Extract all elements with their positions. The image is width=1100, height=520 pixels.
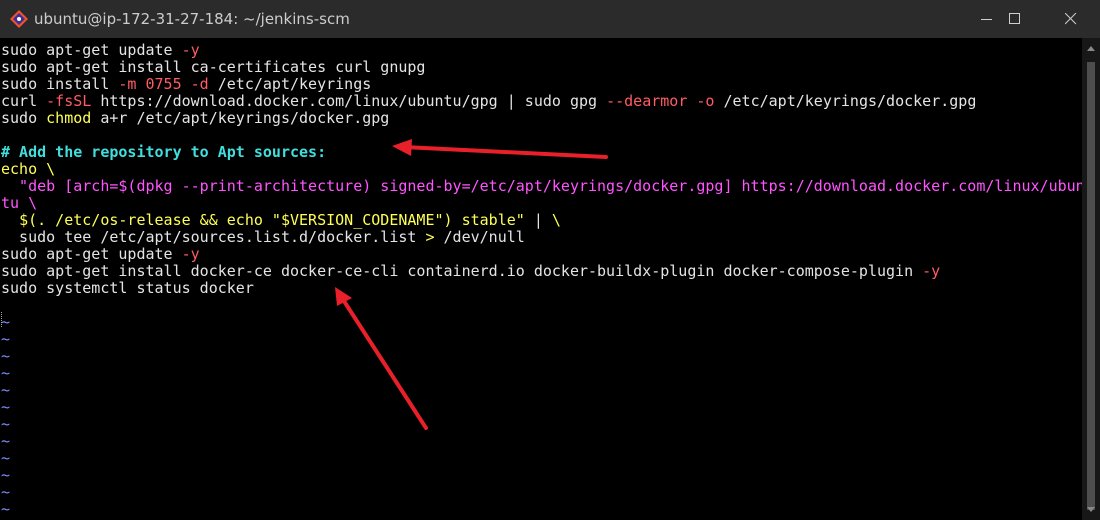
terminal-token: "deb [arch=$(dpkg --print-architecture) … bbox=[1, 177, 1082, 195]
terminal-token: -d bbox=[190, 75, 209, 93]
empty-line-tilde: ~ bbox=[1, 501, 10, 518]
text-cursor bbox=[1, 312, 3, 327]
terminal-token: ~ bbox=[1, 381, 11, 399]
terminal-token: ~ bbox=[1, 364, 11, 382]
terminal-line: sudo tee /etc/apt/sources.list.d/docker.… bbox=[1, 229, 525, 246]
terminal-token: "$VERSION_CODENAME") stable" bbox=[262, 211, 525, 229]
terminal-line: echo \ bbox=[1, 161, 55, 178]
terminal-token: ~ bbox=[1, 432, 11, 450]
window-title: ubuntu@ip-172-31-27-184: ~/jenkins-scm bbox=[34, 10, 350, 28]
terminal-token: sudo systemctl status docker bbox=[1, 279, 254, 297]
terminal-token: -y bbox=[922, 262, 941, 280]
empty-line-tilde: ~ bbox=[1, 365, 10, 382]
terminal-token: tu \ bbox=[1, 194, 38, 212]
empty-line-tilde: ~ bbox=[1, 399, 10, 416]
terminal-line: sudo chmod a+r /etc/apt/keyrings/docker.… bbox=[1, 110, 389, 127]
empty-line-tilde: ~ bbox=[1, 484, 10, 501]
terminal-token: ~ bbox=[1, 449, 11, 467]
terminal-token: \ bbox=[551, 211, 561, 229]
terminal-token: chmod bbox=[46, 109, 92, 127]
terminal-line: sudo install -m 0755 -d /etc/apt/keyring… bbox=[1, 76, 371, 93]
empty-line-tilde: ~ bbox=[1, 348, 10, 365]
terminal-line: sudo apt-get install docker-ce docker-ce… bbox=[1, 263, 940, 280]
terminal-token: $(. /etc/os-release && bbox=[19, 211, 227, 229]
terminal-line: curl -fsSL https://download.docker.com/l… bbox=[1, 93, 976, 110]
terminal-token: sudo apt-get update bbox=[1, 245, 182, 263]
empty-line-tilde: ~ bbox=[1, 416, 10, 433]
terminal-token: sudo bbox=[1, 109, 47, 127]
terminal-token: sudo tee /etc/apt/sources.list.d/docker.… bbox=[1, 228, 426, 246]
terminal-line: tu \ bbox=[1, 195, 37, 212]
terminal-token: -y bbox=[181, 245, 200, 263]
terminal-token: -y bbox=[181, 41, 200, 59]
scroll-down-icon[interactable] bbox=[1082, 502, 1100, 516]
terminal-line: sudo apt-get update -y bbox=[1, 42, 200, 59]
close-button[interactable] bbox=[1048, 0, 1094, 38]
terminal-token: echo bbox=[226, 211, 263, 229]
terminal-token: sudo apt-get update bbox=[1, 41, 182, 59]
terminal-token: ~ bbox=[1, 398, 11, 416]
empty-line-tilde: ~ bbox=[1, 467, 10, 484]
terminal-token: /dev/null bbox=[434, 228, 525, 246]
empty-line-tilde: ~ bbox=[1, 331, 10, 348]
empty-line-tilde: ~ bbox=[1, 433, 10, 450]
git-bash-icon bbox=[10, 10, 28, 28]
terminal-line: "deb [arch=$(dpkg --print-architecture) … bbox=[1, 178, 1082, 195]
terminal-line: # Add the repository to Apt sources: bbox=[1, 144, 326, 161]
terminal-token: echo \ bbox=[1, 160, 56, 178]
terminal-token: --dearmor bbox=[606, 92, 688, 110]
close-icon bbox=[1065, 13, 1077, 25]
empty-line-tilde: ~ bbox=[1, 450, 10, 467]
terminal-line: sudo apt-get update -y bbox=[1, 246, 200, 263]
terminal-line: sudo systemctl status docker bbox=[1, 280, 254, 297]
terminal-token: a+r /etc/apt/keyrings/docker.gpg bbox=[91, 109, 390, 127]
terminal-token: /etc/apt/keyrings/docker.gpg bbox=[714, 92, 977, 110]
terminal-token: /etc/apt/keyrings bbox=[208, 75, 372, 93]
terminal-token: sudo apt-get install ca-certificates cur… bbox=[1, 58, 426, 76]
terminal-token: ~ bbox=[1, 330, 11, 348]
maximize-icon bbox=[1009, 13, 1020, 24]
terminal-token: -m bbox=[118, 75, 137, 93]
scrollbar-thumb[interactable] bbox=[1087, 62, 1095, 510]
terminal-output[interactable]: sudo apt-get update -y sudo apt-get insta… bbox=[0, 38, 1082, 520]
maximize-button[interactable] bbox=[992, 0, 1038, 38]
terminal-token: ~ bbox=[1, 483, 11, 501]
terminal-token: curl bbox=[1, 92, 47, 110]
scroll-up-icon[interactable] bbox=[1082, 42, 1100, 56]
terminal-token: -fsSL bbox=[46, 92, 92, 110]
terminal-token: ~ bbox=[1, 415, 11, 433]
terminal-token: https://download.docker.com/linux/ubuntu… bbox=[91, 92, 607, 110]
terminal-line: $(. /etc/os-release && echo "$VERSION_CO… bbox=[1, 212, 561, 229]
terminal-line: sudo apt-get install ca-certificates cur… bbox=[1, 59, 425, 76]
empty-line-tilde: ~ bbox=[1, 382, 10, 399]
terminal-token: sudo install bbox=[1, 75, 119, 93]
terminal-token: # Add the repository to Apt sources: bbox=[1, 143, 327, 161]
terminal-token: -o bbox=[696, 92, 715, 110]
terminal-token: ~ bbox=[1, 466, 11, 484]
terminal-token: ~ bbox=[1, 347, 11, 365]
terminal-token: 0755 bbox=[145, 75, 182, 93]
vertical-scrollbar[interactable] bbox=[1082, 38, 1100, 520]
terminal-token: | bbox=[524, 211, 552, 229]
title-bar[interactable]: ubuntu@ip-172-31-27-184: ~/jenkins-scm bbox=[0, 0, 1100, 38]
terminal-token: ~ bbox=[1, 500, 11, 518]
terminal-token: sudo apt-get install docker-ce docker-ce… bbox=[1, 262, 923, 280]
